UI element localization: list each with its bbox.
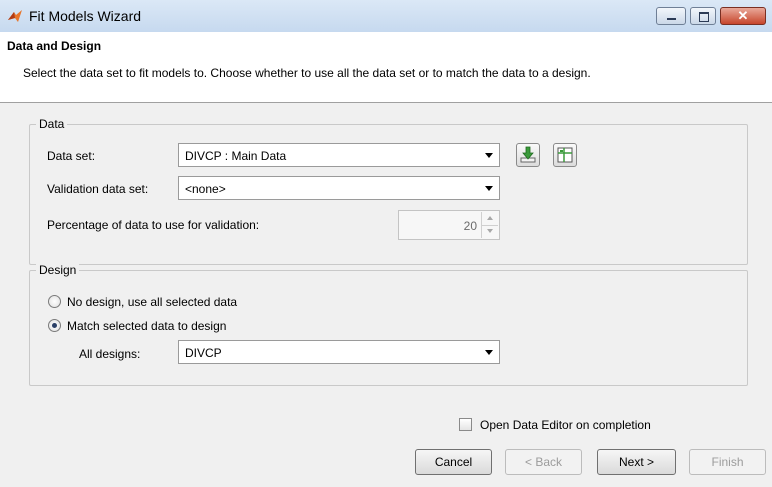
minimize-button[interactable]: [656, 7, 686, 25]
chevron-down-icon: [485, 186, 493, 191]
page-description: Select the data set to fit models to. Ch…: [23, 66, 591, 80]
match-design-label[interactable]: Match selected data to design: [67, 319, 226, 333]
window-title: Fit Models Wizard: [29, 8, 142, 24]
percentage-validation-label: Percentage of data to use for validation…: [47, 218, 260, 232]
all-designs-value: DIVCP: [185, 346, 222, 360]
all-designs-label: All designs:: [79, 347, 141, 361]
all-designs-dropdown[interactable]: DIVCP: [178, 340, 500, 364]
wizard-header: Data and Design Select the data set to f…: [0, 32, 772, 103]
close-icon: ✕: [737, 8, 749, 23]
finish-button[interactable]: Finish: [689, 449, 766, 475]
open-data-editor-checkbox[interactable]: [459, 418, 472, 431]
matlab-logo-icon: [8, 10, 22, 22]
chevron-down-icon: [485, 153, 493, 158]
spin-down-icon[interactable]: [481, 225, 498, 238]
maximize-button[interactable]: [690, 7, 716, 25]
import-data-button[interactable]: [516, 143, 540, 167]
title-bar: Fit Models Wizard ✕: [0, 0, 772, 33]
close-button[interactable]: ✕: [720, 7, 766, 25]
back-button[interactable]: < Back: [505, 449, 582, 475]
data-set-dropdown[interactable]: DIVCP : Main Data: [178, 143, 500, 167]
next-button[interactable]: Next >: [597, 449, 676, 475]
data-editor-icon: [557, 147, 573, 163]
data-editor-button[interactable]: [553, 143, 577, 167]
data-set-label: Data set:: [47, 149, 96, 163]
cancel-button[interactable]: Cancel: [415, 449, 492, 475]
validation-data-set-dropdown[interactable]: <none>: [178, 176, 500, 200]
no-design-radio[interactable]: [48, 295, 61, 308]
chevron-down-icon: [485, 350, 493, 355]
percentage-validation-value: 20: [463, 219, 477, 233]
minimize-icon: [667, 18, 676, 20]
import-arrow-icon: [520, 146, 536, 163]
validation-data-set-label: Validation data set:: [47, 182, 149, 196]
no-design-label[interactable]: No design, use all selected data: [67, 295, 237, 309]
percentage-validation-spinner[interactable]: 20: [398, 210, 500, 240]
data-group-label: Data: [36, 117, 68, 131]
page-title: Data and Design: [7, 39, 102, 53]
data-set-value: DIVCP : Main Data: [185, 149, 287, 163]
open-data-editor-label[interactable]: Open Data Editor on completion: [480, 418, 651, 432]
design-group-label: Design: [36, 263, 80, 277]
spin-up-icon[interactable]: [481, 212, 498, 226]
maximize-icon: [699, 12, 709, 22]
validation-data-set-value: <none>: [185, 182, 226, 196]
wizard-body: Data Data set: DIVCP : Main Data Validat…: [0, 103, 772, 487]
match-design-radio[interactable]: [48, 319, 61, 332]
